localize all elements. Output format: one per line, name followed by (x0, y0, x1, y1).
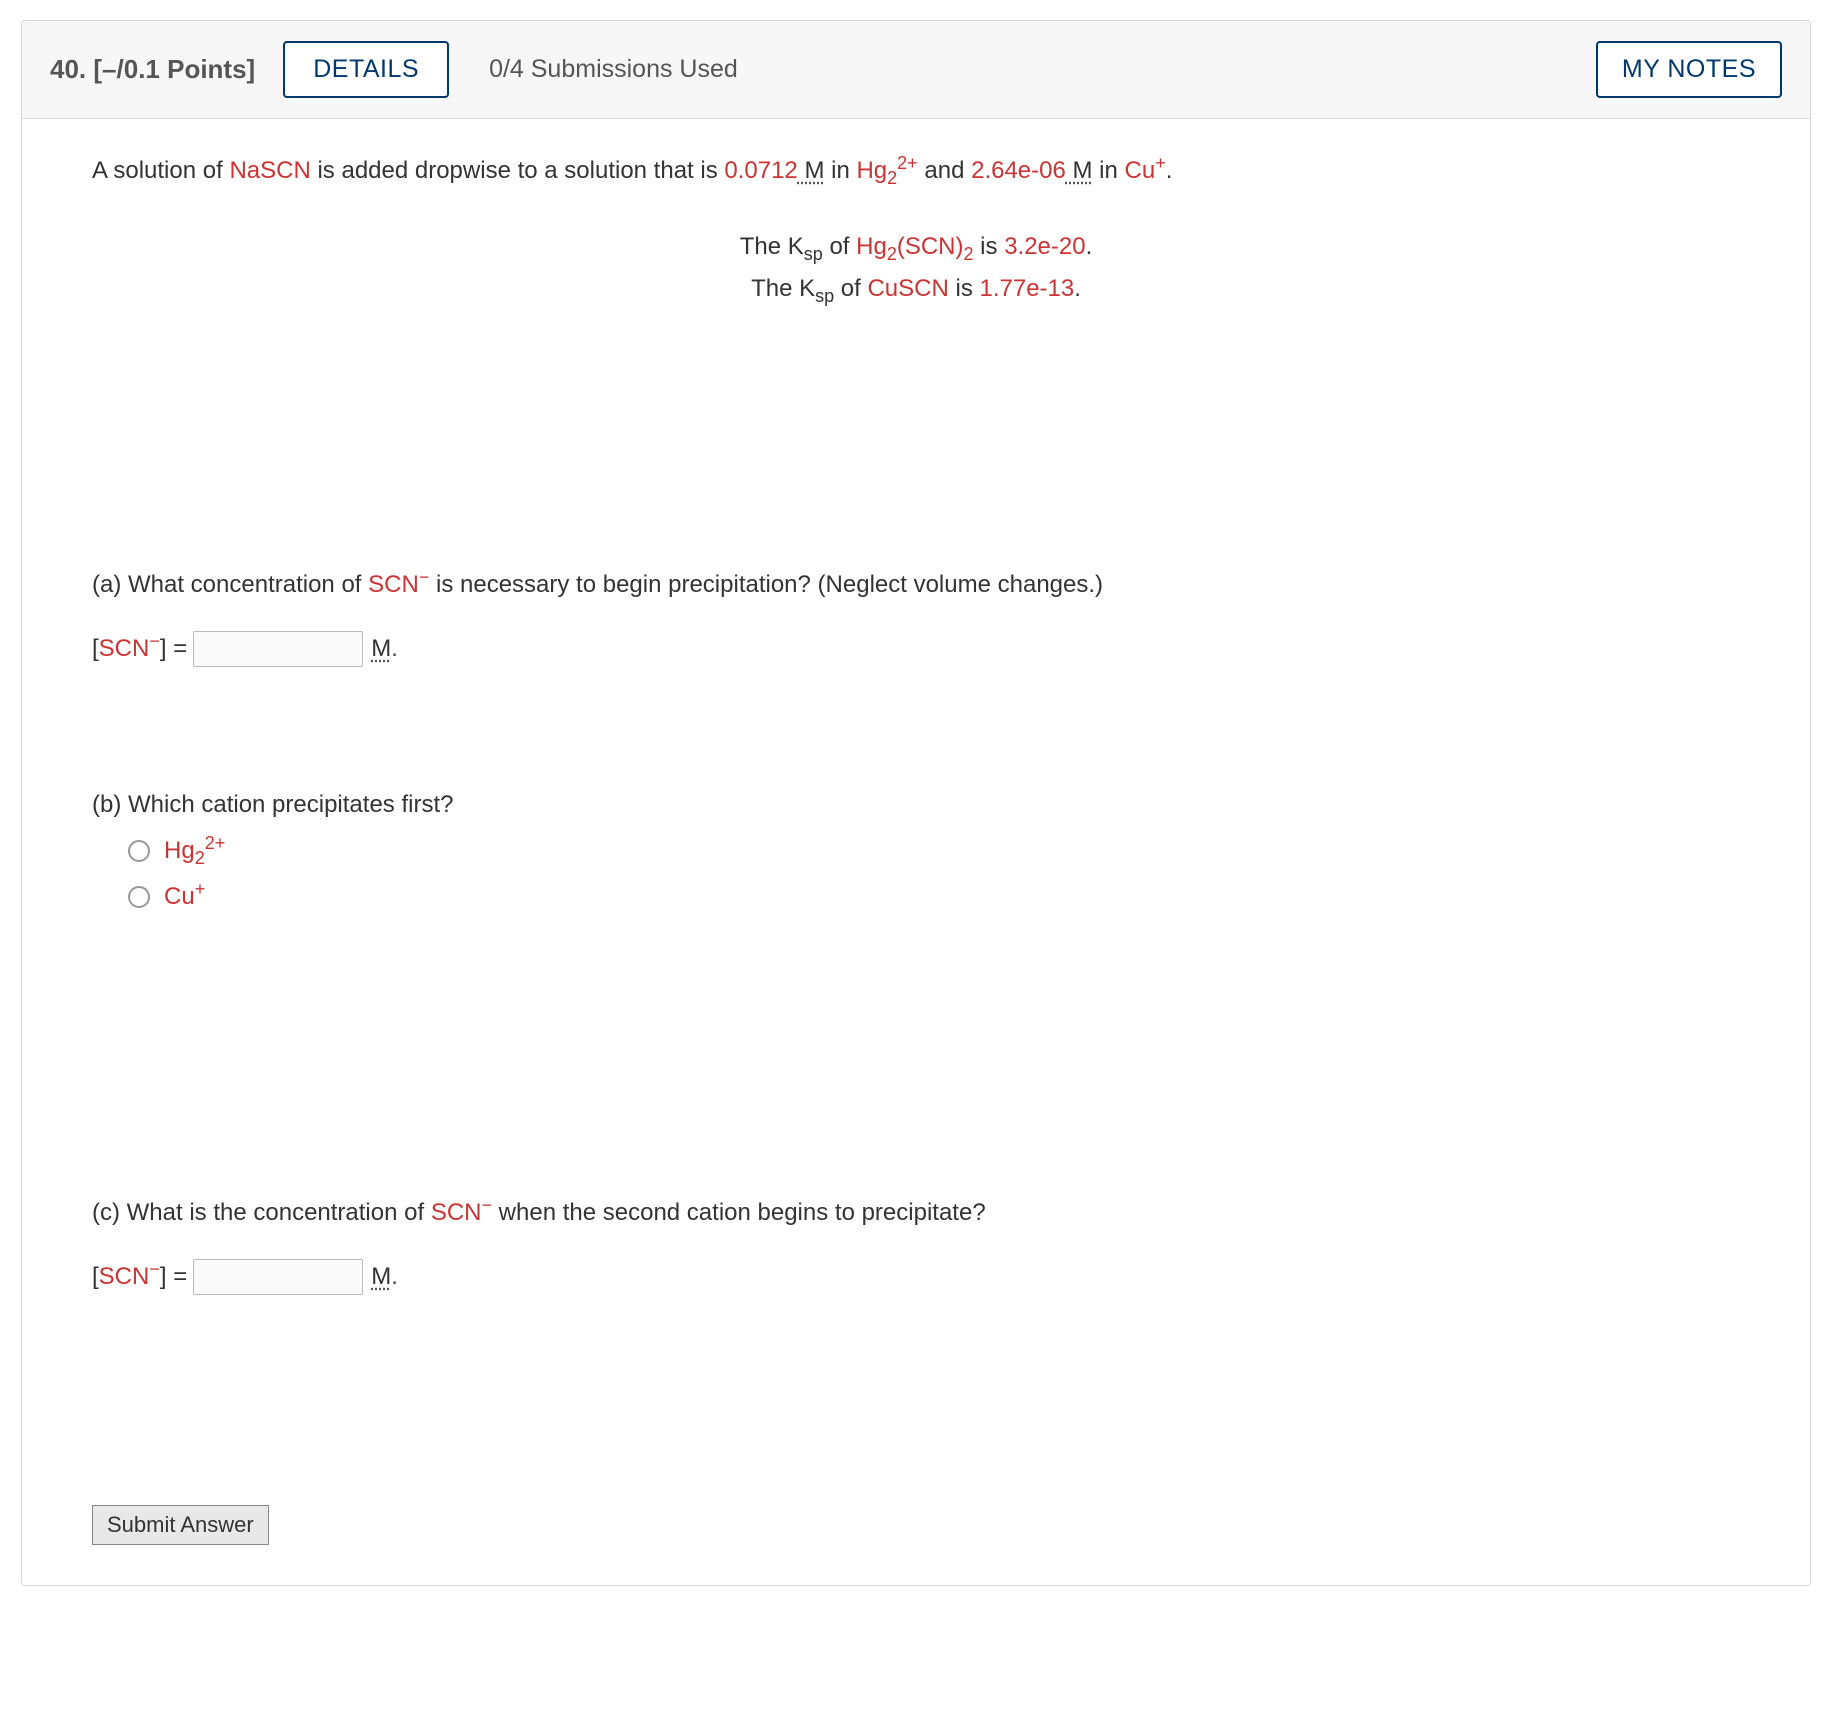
submit-answer-button[interactable]: Submit Answer (92, 1505, 269, 1545)
ksp-block: The Ksp of Hg2(SCN)2 is 3.2e-20. The Ksp… (92, 229, 1740, 307)
radio-circle-icon (128, 886, 150, 908)
my-notes-button[interactable]: MY NOTES (1596, 41, 1782, 98)
submit-row: Submit Answer (92, 1505, 1740, 1545)
unit-m2: M (1066, 157, 1093, 184)
ksp-line-2: The Ksp of CuSCN is 1.77e-13. (92, 271, 1740, 307)
part-c-input[interactable] (193, 1259, 363, 1295)
part-a-input[interactable] (193, 631, 363, 667)
and: and (918, 157, 971, 184)
conc2: 2.64e-06 (971, 157, 1066, 184)
intro-text: A solution of NaSCN is added dropwise to… (92, 153, 1740, 189)
part-c-label: [SCN−] = (92, 1259, 187, 1295)
part-b-radio-group: Hg22+ Cu+ (128, 833, 1740, 915)
details-button[interactable]: DETAILS (283, 41, 449, 98)
question-content: A solution of NaSCN is added dropwise to… (22, 119, 1810, 1585)
intro-mid1: is added dropwise to a solution that is (311, 157, 725, 184)
part-c-unit: M. (371, 1259, 398, 1295)
part-b-question: (b) Which cation precipitates first? (92, 787, 1740, 823)
species1: Hg22+ (856, 157, 917, 184)
radio-option-hg[interactable]: Hg22+ (128, 833, 1740, 869)
radio-label-hg: Hg22+ (164, 833, 225, 869)
part-c-answer-row: [SCN−] = M. (92, 1259, 1740, 1295)
intro-end: . (1166, 157, 1173, 184)
radio-circle-icon (128, 840, 150, 862)
question-points: [–/0.1 Points] (93, 54, 255, 84)
ksp-line-1: The Ksp of Hg2(SCN)2 is 3.2e-20. (92, 229, 1740, 265)
question-number: 40. (50, 54, 86, 84)
part-a-unit: M. (371, 631, 398, 667)
unit-m1: M (798, 157, 825, 184)
question-header: 40. [–/0.1 Points] DETAILS 0/4 Submissio… (22, 21, 1810, 119)
radio-label-cu: Cu+ (164, 879, 205, 915)
radio-option-cu[interactable]: Cu+ (128, 879, 1740, 915)
part-c-question: (c) What is the concentration of SCN− wh… (92, 1195, 1740, 1231)
part-a-question: (a) What concentration of SCN− is necess… (92, 567, 1740, 603)
part-a-answer-row: [SCN−] = M. (92, 631, 1740, 667)
part-a-label: [SCN−] = (92, 631, 187, 667)
intro-prefix: A solution of (92, 157, 229, 184)
species2: Cu+ (1125, 157, 1166, 184)
in2: in (1093, 157, 1125, 184)
submissions-used: 0/4 Submissions Used (489, 55, 738, 84)
part-b-block: (b) Which cation precipitates first? Hg2… (92, 787, 1740, 915)
question-container: 40. [–/0.1 Points] DETAILS 0/4 Submissio… (21, 20, 1811, 1586)
question-number-points: 40. [–/0.1 Points] (50, 54, 255, 85)
in1: in (824, 157, 856, 184)
reagent-text: NaSCN (229, 157, 310, 184)
conc1: 0.0712 (724, 157, 797, 184)
